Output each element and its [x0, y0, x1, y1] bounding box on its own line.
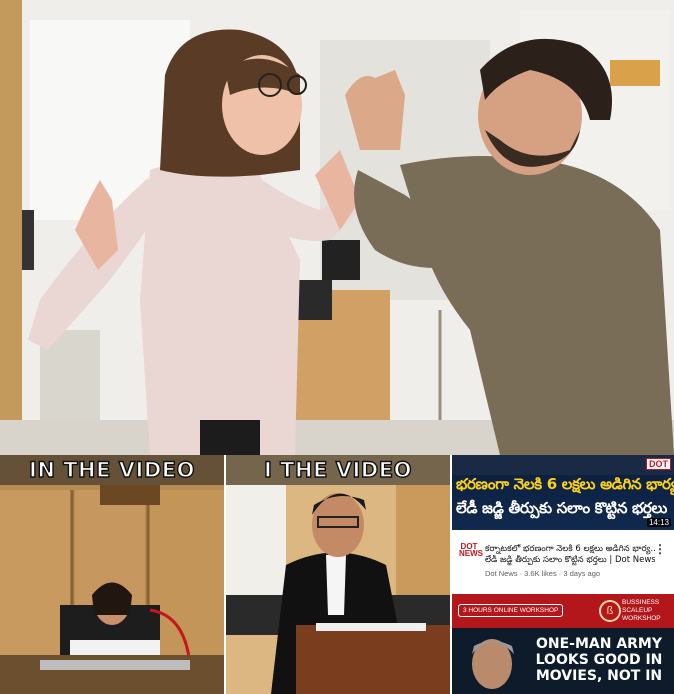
video-thumbnail-2[interactable]: 3 HOURS ONLINE WORKSHOP ß BUSSINESS SCAL…: [452, 594, 674, 694]
brand-logo-icon: ß: [599, 600, 621, 622]
brand-name-line-3: WORKSHOP: [622, 615, 661, 622]
courtroom-lawyer-illustration: [226, 455, 450, 694]
video-clip-lawyer[interactable]: I THE VIDEO: [226, 455, 450, 694]
channel-avatar[interactable]: DOT NEWS: [459, 543, 483, 558]
more-options-icon[interactable]: ⋮: [654, 543, 666, 555]
thumbnail-header: [452, 455, 674, 475]
video-stats: Dot News · 3.6K likes · 3 days ago: [485, 569, 601, 578]
brand-name: BUSSINESS SCALEUP WORKSHOP: [622, 599, 661, 623]
thumbnail-line-1: భరణంగా నెలకి 6 లక్షలు అడిగిన భార్య: [456, 475, 674, 493]
speaker-face-illustration: [472, 639, 514, 689]
ad-headline-line-2: LOOKS GOOD IN: [535, 652, 663, 668]
hero-photo: [0, 0, 674, 455]
video-meta-1: DOT NEWS కర్నాటకలో భరణంగా నెలకి 6 లక్షలు…: [452, 534, 674, 584]
clip-caption-banner: I THE VIDEO: [226, 455, 450, 485]
brand-name-line-2: SCALEUP: [622, 607, 653, 614]
workshop-badge: 3 HOURS ONLINE WORKSHOP: [458, 604, 564, 617]
video-duration: 14:13: [646, 518, 671, 527]
arguing-couple-illustration: [0, 0, 674, 455]
video-thumbnail-1[interactable]: DOT భరణంగా నెలకి 6 లక్షలు అడిగిన భార్య ల…: [452, 455, 674, 530]
ad-headline-line-3: MOVIES, NOT IN: [535, 668, 663, 684]
thumbnail-line-2: లేడీ జడ్జి తీర్పుకు సలాం కొట్టిన భర్తలు: [456, 499, 668, 517]
video-feed: DOT భరణంగా నెలకి 6 లక్షలు అడిగిన భార్య ల…: [452, 455, 674, 694]
video-title-line-1: కర్నాటకలో భరణంగా నెలకి 6 లక్షలు అడిగిన భ…: [485, 544, 655, 554]
video-title[interactable]: కర్నాటకలో భరణంగా నెలకి 6 లక్షలు అడిగిన భ…: [485, 544, 655, 566]
bottom-strip: IN THE VIDEO I THE VIDEO DOT భరణంగా నెలక…: [0, 455, 674, 694]
video-title-line-2: లేడీ జడ్జి తీర్పుకు సలాం కొట్టిన భర్తలు …: [485, 555, 655, 565]
video-clip-judge[interactable]: IN THE VIDEO: [0, 455, 224, 694]
ad-headline-line-1: ONE-MAN ARMY: [535, 636, 663, 652]
channel-avatar-line-2: NEWS: [459, 549, 483, 558]
clip-caption-banner: IN THE VIDEO: [0, 455, 224, 485]
brand-name-line-1: BUSSINESS: [622, 599, 660, 606]
courtroom-judge-illustration: [0, 455, 224, 694]
clip-caption: IN THE VIDEO: [28, 457, 195, 482]
dot-news-logo: DOT: [646, 458, 671, 470]
ad-headline: ONE-MAN ARMY LOOKS GOOD IN MOVIES, NOT I…: [524, 636, 674, 684]
clip-caption: I THE VIDEO: [263, 457, 412, 482]
